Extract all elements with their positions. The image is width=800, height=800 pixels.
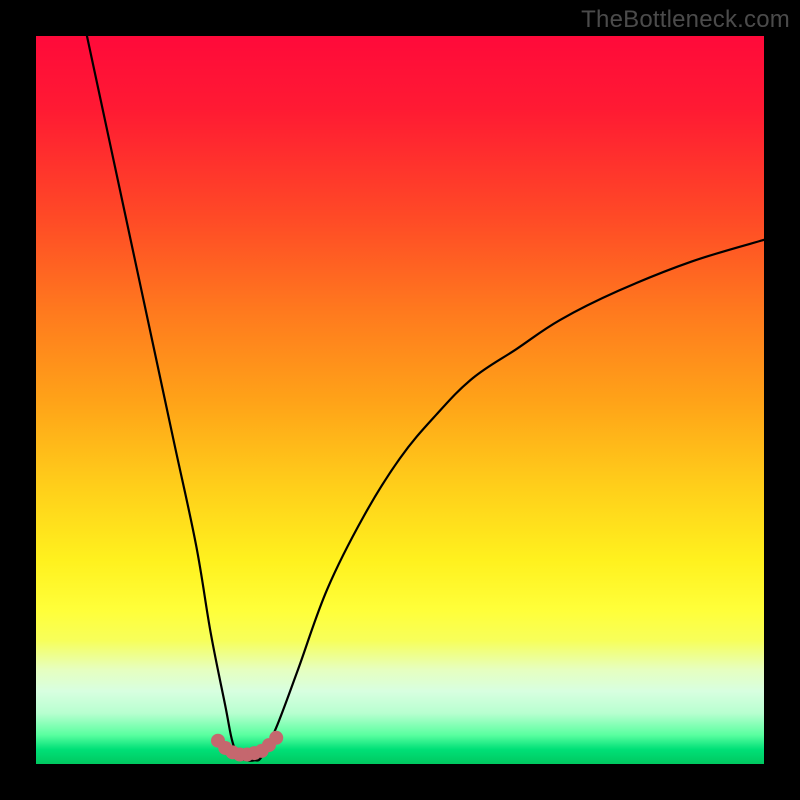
watermark-text: TheBottleneck.com [581,6,790,34]
plot-svg [36,36,764,764]
valley-dot [269,731,283,745]
chart-frame: TheBottleneck.com [0,0,800,800]
valley-dots-group [211,731,283,762]
plot-area [36,36,764,764]
bottleneck-curve [87,36,764,761]
